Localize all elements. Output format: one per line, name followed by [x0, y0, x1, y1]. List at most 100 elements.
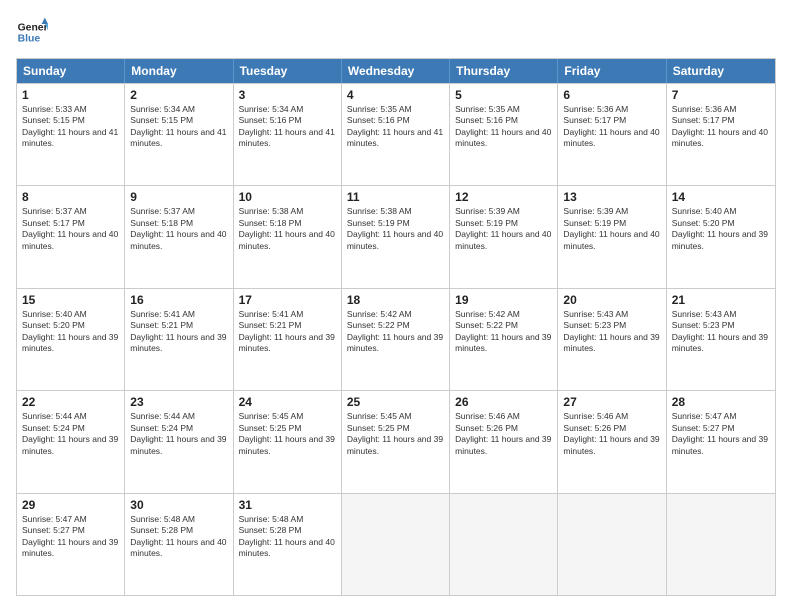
empty-cell	[667, 494, 775, 595]
day-header-monday: Monday	[125, 59, 233, 83]
day-number: 28	[672, 395, 770, 409]
day-cell-18: 18 Sunrise: 5:42 AMSunset: 5:22 PMDayligh…	[342, 289, 450, 390]
cell-info: Sunrise: 5:41 AMSunset: 5:21 PMDaylight:…	[239, 309, 336, 355]
cell-info: Sunrise: 5:46 AMSunset: 5:26 PMDaylight:…	[455, 411, 552, 457]
calendar-header: SundayMondayTuesdayWednesdayThursdayFrid…	[17, 59, 775, 83]
day-number: 5	[455, 88, 552, 102]
cell-info: Sunrise: 5:39 AMSunset: 5:19 PMDaylight:…	[563, 206, 660, 252]
day-cell-27: 27 Sunrise: 5:46 AMSunset: 5:26 PMDayligh…	[558, 391, 666, 492]
day-header-friday: Friday	[558, 59, 666, 83]
day-cell-12: 12 Sunrise: 5:39 AMSunset: 5:19 PMDayligh…	[450, 186, 558, 287]
header: General Blue	[16, 16, 776, 48]
day-number: 24	[239, 395, 336, 409]
cell-info: Sunrise: 5:40 AMSunset: 5:20 PMDaylight:…	[22, 309, 119, 355]
day-number: 31	[239, 498, 336, 512]
logo-icon: General Blue	[16, 16, 48, 48]
cell-info: Sunrise: 5:48 AMSunset: 5:28 PMDaylight:…	[130, 514, 227, 560]
day-cell-25: 25 Sunrise: 5:45 AMSunset: 5:25 PMDayligh…	[342, 391, 450, 492]
calendar-row-4: 22Sunrise: 5:44 AMSunset: 5:24 PMDayligh…	[17, 390, 775, 492]
day-cell-21: 21 Sunrise: 5:43 AMSunset: 5:23 PMDayligh…	[667, 289, 775, 390]
day-cell-30: 30 Sunrise: 5:48 AMSunset: 5:28 PMDayligh…	[125, 494, 233, 595]
cell-info: Sunrise: 5:38 AMSunset: 5:19 PMDaylight:…	[347, 206, 444, 252]
cell-info: Sunrise: 5:42 AMSunset: 5:22 PMDaylight:…	[347, 309, 444, 355]
day-number: 20	[563, 293, 660, 307]
cell-info: Sunrise: 5:36 AMSunset: 5:17 PMDaylight:…	[563, 104, 660, 150]
day-number: 23	[130, 395, 227, 409]
cell-info: Sunrise: 5:34 AMSunset: 5:16 PMDaylight:…	[239, 104, 336, 150]
empty-cell	[342, 494, 450, 595]
day-number: 19	[455, 293, 552, 307]
page: General Blue SundayMondayTuesdayWednesda…	[0, 0, 792, 612]
cell-info: Sunrise: 5:36 AMSunset: 5:17 PMDaylight:…	[672, 104, 770, 150]
day-cell-23: 23 Sunrise: 5:44 AMSunset: 5:24 PMDayligh…	[125, 391, 233, 492]
day-cell-13: 13Sunrise: 5:39 AMSunset: 5:19 PMDayligh…	[558, 186, 666, 287]
day-cell-10: 10 Sunrise: 5:38 AMSunset: 5:18 PMDayligh…	[234, 186, 342, 287]
day-number: 12	[455, 190, 552, 204]
cell-info: Sunrise: 5:44 AMSunset: 5:24 PMDaylight:…	[22, 411, 119, 457]
day-number: 6	[563, 88, 660, 102]
day-cell-17: 17 Sunrise: 5:41 AMSunset: 5:21 PMDayligh…	[234, 289, 342, 390]
cell-info: Sunrise: 5:35 AMSunset: 5:16 PMDaylight:…	[347, 104, 444, 150]
day-number: 18	[347, 293, 444, 307]
day-cell-29: 29Sunrise: 5:47 AMSunset: 5:27 PMDayligh…	[17, 494, 125, 595]
cell-info: Sunrise: 5:37 AMSunset: 5:17 PMDaylight:…	[22, 206, 119, 252]
day-number: 30	[130, 498, 227, 512]
day-cell-8: 8 Sunrise: 5:37 AMSunset: 5:17 PMDaylight…	[17, 186, 125, 287]
calendar-row-3: 15 Sunrise: 5:40 AMSunset: 5:20 PMDayligh…	[17, 288, 775, 390]
cell-info: Sunrise: 5:45 AMSunset: 5:25 PMDaylight:…	[347, 411, 444, 457]
day-cell-26: 26 Sunrise: 5:46 AMSunset: 5:26 PMDayligh…	[450, 391, 558, 492]
day-cell-22: 22Sunrise: 5:44 AMSunset: 5:24 PMDayligh…	[17, 391, 125, 492]
cell-info: Sunrise: 5:47 AMSunset: 5:27 PMDaylight:…	[672, 411, 770, 457]
day-number: 29	[22, 498, 119, 512]
calendar-row-2: 8 Sunrise: 5:37 AMSunset: 5:17 PMDaylight…	[17, 185, 775, 287]
calendar: SundayMondayTuesdayWednesdayThursdayFrid…	[16, 58, 776, 596]
cell-info: Sunrise: 5:40 AMSunset: 5:20 PMDaylight:…	[672, 206, 770, 252]
cell-info: Sunrise: 5:39 AMSunset: 5:19 PMDaylight:…	[455, 206, 552, 252]
day-cell-6: 6 Sunrise: 5:36 AMSunset: 5:17 PMDaylight…	[558, 84, 666, 185]
logo: General Blue	[16, 16, 48, 48]
day-number: 7	[672, 88, 770, 102]
cell-info: Sunrise: 5:45 AMSunset: 5:25 PMDaylight:…	[239, 411, 336, 457]
day-cell-28: 28 Sunrise: 5:47 AMSunset: 5:27 PMDayligh…	[667, 391, 775, 492]
cell-info: Sunrise: 5:34 AMSunset: 5:15 PMDaylight:…	[130, 104, 227, 150]
day-number: 25	[347, 395, 444, 409]
day-number: 15	[22, 293, 119, 307]
cell-info: Sunrise: 5:37 AMSunset: 5:18 PMDaylight:…	[130, 206, 227, 252]
cell-info: Sunrise: 5:46 AMSunset: 5:26 PMDaylight:…	[563, 411, 660, 457]
cell-info: Sunrise: 5:43 AMSunset: 5:23 PMDaylight:…	[563, 309, 660, 355]
day-number: 17	[239, 293, 336, 307]
day-number: 26	[455, 395, 552, 409]
day-number: 4	[347, 88, 444, 102]
empty-cell	[450, 494, 558, 595]
day-number: 3	[239, 88, 336, 102]
day-cell-1: 1 Sunrise: 5:33 AMSunset: 5:15 PMDaylight…	[17, 84, 125, 185]
day-number: 1	[22, 88, 119, 102]
day-cell-2: 2Sunrise: 5:34 AMSunset: 5:15 PMDaylight…	[125, 84, 233, 185]
day-header-tuesday: Tuesday	[234, 59, 342, 83]
day-cell-5: 5 Sunrise: 5:35 AMSunset: 5:16 PMDaylight…	[450, 84, 558, 185]
day-header-sunday: Sunday	[17, 59, 125, 83]
svg-text:General: General	[18, 22, 48, 33]
day-number: 27	[563, 395, 660, 409]
cell-info: Sunrise: 5:35 AMSunset: 5:16 PMDaylight:…	[455, 104, 552, 150]
day-number: 8	[22, 190, 119, 204]
calendar-body: 1 Sunrise: 5:33 AMSunset: 5:15 PMDaylight…	[17, 83, 775, 595]
svg-text:Blue: Blue	[18, 34, 41, 45]
cell-info: Sunrise: 5:44 AMSunset: 5:24 PMDaylight:…	[130, 411, 227, 457]
day-number: 21	[672, 293, 770, 307]
day-number: 10	[239, 190, 336, 204]
day-cell-20: 20 Sunrise: 5:43 AMSunset: 5:23 PMDayligh…	[558, 289, 666, 390]
day-header-wednesday: Wednesday	[342, 59, 450, 83]
empty-cell	[558, 494, 666, 595]
day-number: 9	[130, 190, 227, 204]
cell-info: Sunrise: 5:33 AMSunset: 5:15 PMDaylight:…	[22, 104, 119, 150]
cell-info: Sunrise: 5:38 AMSunset: 5:18 PMDaylight:…	[239, 206, 336, 252]
day-cell-16: 16Sunrise: 5:41 AMSunset: 5:21 PMDayligh…	[125, 289, 233, 390]
day-number: 14	[672, 190, 770, 204]
cell-info: Sunrise: 5:43 AMSunset: 5:23 PMDaylight:…	[672, 309, 770, 355]
day-cell-31: 31 Sunrise: 5:48 AMSunset: 5:28 PMDayligh…	[234, 494, 342, 595]
cell-info: Sunrise: 5:48 AMSunset: 5:28 PMDaylight:…	[239, 514, 336, 560]
day-cell-9: 9 Sunrise: 5:37 AMSunset: 5:18 PMDaylight…	[125, 186, 233, 287]
calendar-row-5: 29Sunrise: 5:47 AMSunset: 5:27 PMDayligh…	[17, 493, 775, 595]
day-header-thursday: Thursday	[450, 59, 558, 83]
